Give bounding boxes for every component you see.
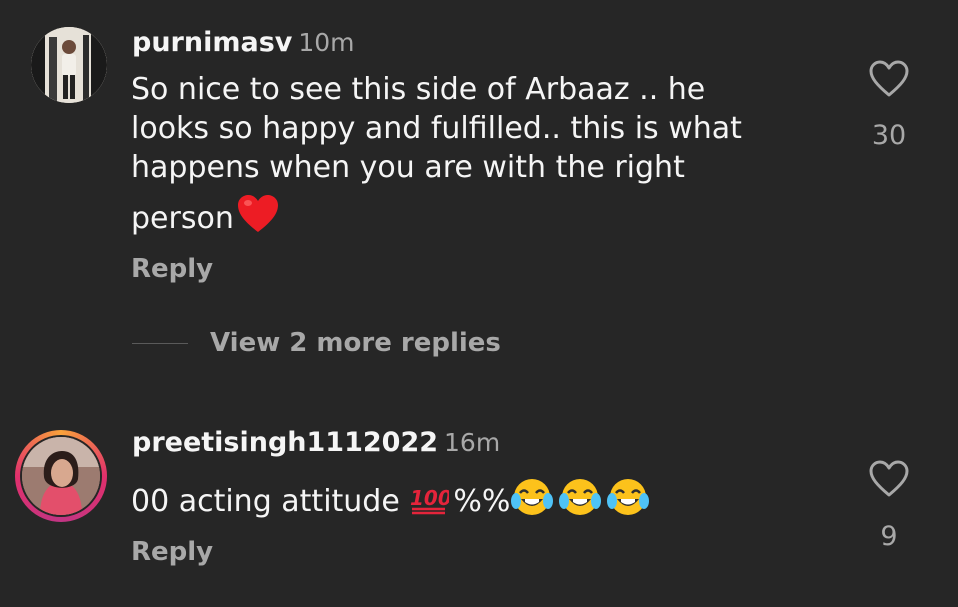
timestamp: 16m	[444, 428, 501, 457]
timestamp: 10m	[298, 28, 355, 57]
comment-line: looks so happy and fulfilled.. this is w…	[131, 111, 742, 146]
comment-line: So nice to see this side of Arbaaz .. he	[131, 72, 706, 107]
like-heart-icon[interactable]	[869, 460, 909, 498]
comment-header: purnimasv 10m	[132, 27, 355, 58]
avatar[interactable]	[22, 437, 100, 515]
comment-suffix: %%	[453, 484, 511, 519]
comment-text: So nice to see this side of Arbaaz .. he…	[131, 70, 831, 238]
like-count: 9	[880, 521, 898, 552]
reply-button[interactable]: Reply	[131, 537, 213, 567]
avatar-photo	[31, 27, 107, 103]
tears-of-joy-emoji	[511, 479, 554, 515]
reply-button[interactable]: Reply	[131, 254, 213, 284]
comment-line: happens when you are with the right	[131, 150, 685, 185]
tears-of-joy-emoji	[559, 479, 602, 515]
view-replies-label: View 2 more replies	[210, 328, 501, 358]
view-replies-button[interactable]: View 2 more replies	[132, 328, 501, 358]
hundred-points-emoji: 100	[410, 486, 449, 515]
comment-line: 00 acting attitude	[131, 484, 410, 519]
username[interactable]: preetisingh1112022	[132, 427, 438, 458]
svg-text:100: 100	[410, 486, 449, 510]
replies-divider	[132, 342, 188, 344]
like-heart-icon[interactable]	[869, 60, 909, 98]
comment-header: preetisingh1112022 16m	[132, 427, 500, 458]
comment-line: person	[131, 201, 234, 236]
username[interactable]: purnimasv	[132, 27, 292, 58]
red-heart-emoji	[237, 195, 278, 232]
comment-text: 00 acting attitude 100 %%	[131, 477, 650, 521]
like-count: 30	[871, 120, 907, 151]
tears-of-joy-emoji	[607, 479, 650, 515]
comments-panel: purnimasv 10m So nice to see this side of…	[0, 0, 958, 607]
avatar-photo	[22, 437, 100, 515]
avatar[interactable]	[31, 27, 107, 103]
